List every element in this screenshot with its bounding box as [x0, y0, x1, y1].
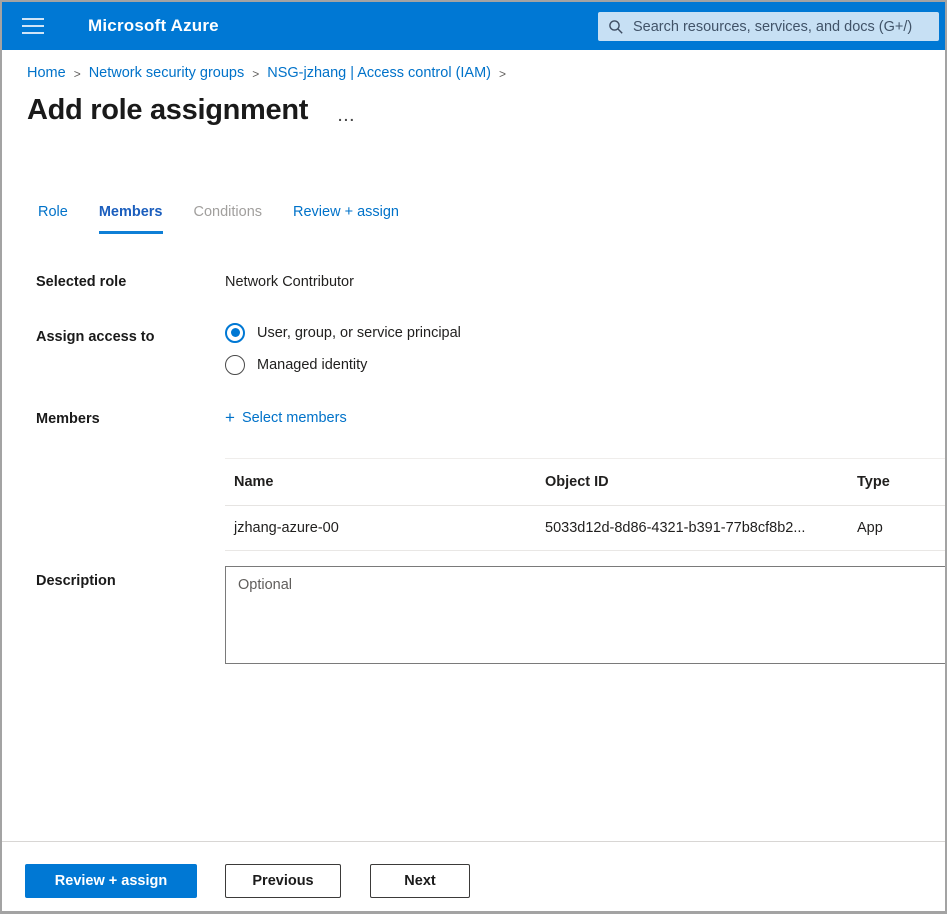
cell-object-id: 5033d12d-8d86-4321-b391-77b8cf8b2... — [545, 520, 857, 536]
wizard-tabs: Role Members Conditions Review + assign — [38, 204, 399, 234]
select-members-link-label: Select members — [242, 410, 347, 426]
members-table: Name Object ID Type jzhang-azure-00 5033… — [225, 458, 945, 551]
tab-members[interactable]: Members — [99, 204, 163, 234]
page-title: Add role assignment — [27, 94, 308, 127]
plus-icon: + — [225, 409, 235, 426]
page-title-row: Add role assignment ... — [27, 94, 356, 127]
review-assign-button[interactable]: Review + assign — [25, 864, 197, 898]
column-header-object-id: Object ID — [545, 474, 857, 490]
table-row: jzhang-azure-00 5033d12d-8d86-4321-b391-… — [225, 506, 945, 551]
radio-selected-icon[interactable] — [225, 323, 245, 343]
selected-role-value: Network Contributor — [225, 274, 354, 290]
description-textarea[interactable] — [225, 566, 947, 664]
brand-title[interactable]: Microsoft Azure — [88, 2, 219, 50]
breadcrumb-nsg-access-control[interactable]: NSG-jzhang | Access control (IAM) — [267, 65, 491, 81]
tab-conditions: Conditions — [194, 204, 263, 234]
overflow-menu-icon[interactable]: ... — [338, 108, 356, 124]
hamburger-menu-icon[interactable] — [22, 18, 44, 34]
assign-access-to-radio-group: User, group, or service principal Manage… — [225, 322, 461, 375]
selected-role-label: Selected role — [36, 274, 126, 290]
table-header-row: Name Object ID Type — [225, 458, 945, 506]
select-members-link[interactable]: + Select members — [225, 409, 347, 426]
azure-portal-window: Microsoft Azure Home > Network security … — [0, 0, 947, 914]
previous-button[interactable]: Previous — [225, 864, 341, 898]
radio-managed-identity[interactable]: Managed identity — [225, 354, 461, 375]
radio-label: Managed identity — [257, 357, 367, 373]
breadcrumb-separator: > — [499, 66, 506, 81]
search-icon — [608, 19, 624, 35]
radio-user-group-service-principal[interactable]: User, group, or service principal — [225, 322, 461, 343]
search-input[interactable] — [633, 19, 929, 35]
global-search-box[interactable] — [598, 12, 939, 41]
tab-review-assign[interactable]: Review + assign — [293, 204, 399, 234]
cell-type: App — [857, 520, 945, 536]
radio-unselected-icon[interactable] — [225, 355, 245, 375]
column-header-type: Type — [857, 474, 945, 490]
breadcrumb-home[interactable]: Home — [27, 65, 66, 81]
breadcrumb-separator: > — [252, 66, 259, 81]
breadcrumb: Home > Network security groups > NSG-jzh… — [27, 65, 506, 81]
footer-divider — [2, 841, 945, 842]
radio-label: User, group, or service principal — [257, 325, 461, 341]
members-label: Members — [36, 411, 100, 427]
assign-access-to-label: Assign access to — [36, 329, 154, 345]
next-button[interactable]: Next — [370, 864, 470, 898]
tab-role[interactable]: Role — [38, 204, 68, 234]
top-bar: Microsoft Azure — [2, 2, 945, 50]
description-label: Description — [36, 573, 116, 589]
breadcrumb-separator: > — [74, 66, 81, 81]
column-header-name: Name — [225, 474, 545, 490]
cell-name: jzhang-azure-00 — [225, 520, 545, 536]
breadcrumb-network-security-groups[interactable]: Network security groups — [89, 65, 245, 81]
